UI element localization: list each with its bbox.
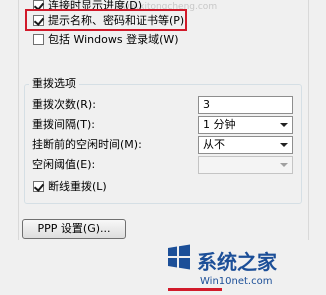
idle-time-value: 从不 bbox=[203, 138, 225, 151]
idle-time-select[interactable]: 从不 bbox=[198, 136, 293, 154]
redial-interval-select[interactable]: 1 分钟 bbox=[198, 116, 293, 134]
redial-attempts-input[interactable]: 3 bbox=[198, 96, 293, 114]
chevron-down-icon bbox=[280, 123, 288, 127]
chevron-down-icon bbox=[280, 143, 288, 147]
redial-if-dropped-label[interactable]: 断线重拨(L) bbox=[48, 180, 107, 193]
watermark-url: Win10net.com bbox=[200, 276, 273, 287]
bottom-accent-line bbox=[168, 288, 222, 291]
idle-threshold-label: 空闲阈值(E): bbox=[32, 158, 96, 171]
chevron-down-icon bbox=[280, 163, 288, 167]
prompt-credentials-label[interactable]: 提示名称、密码和证书等(P) bbox=[48, 14, 184, 27]
idle-time-label: 挂断前的空闲时间(M): bbox=[32, 138, 142, 151]
redial-options-title: 重拨选项 bbox=[29, 77, 79, 90]
redial-interval-label: 重拨间隔(T): bbox=[32, 118, 96, 131]
windows-logo-icon bbox=[168, 244, 190, 270]
watermark-title: 系统之家 bbox=[197, 250, 277, 274]
prompt-credentials-checkbox[interactable] bbox=[33, 15, 44, 26]
redial-attempts-value: 3 bbox=[203, 98, 210, 111]
include-domain-label[interactable]: 包括 Windows 登录域(W) bbox=[48, 33, 179, 46]
redial-interval-value: 1 分钟 bbox=[203, 118, 236, 131]
panel-left-edge bbox=[18, 0, 19, 240]
redial-if-dropped-checkbox[interactable] bbox=[33, 181, 44, 192]
ppp-settings-button[interactable]: PPP 设置(G)... bbox=[22, 219, 126, 239]
redial-attempts-label: 重拨次数(R): bbox=[32, 98, 96, 111]
idle-threshold-select[interactable] bbox=[198, 156, 293, 174]
panel-right-edge bbox=[308, 0, 309, 240]
include-domain-checkbox[interactable] bbox=[33, 34, 44, 45]
